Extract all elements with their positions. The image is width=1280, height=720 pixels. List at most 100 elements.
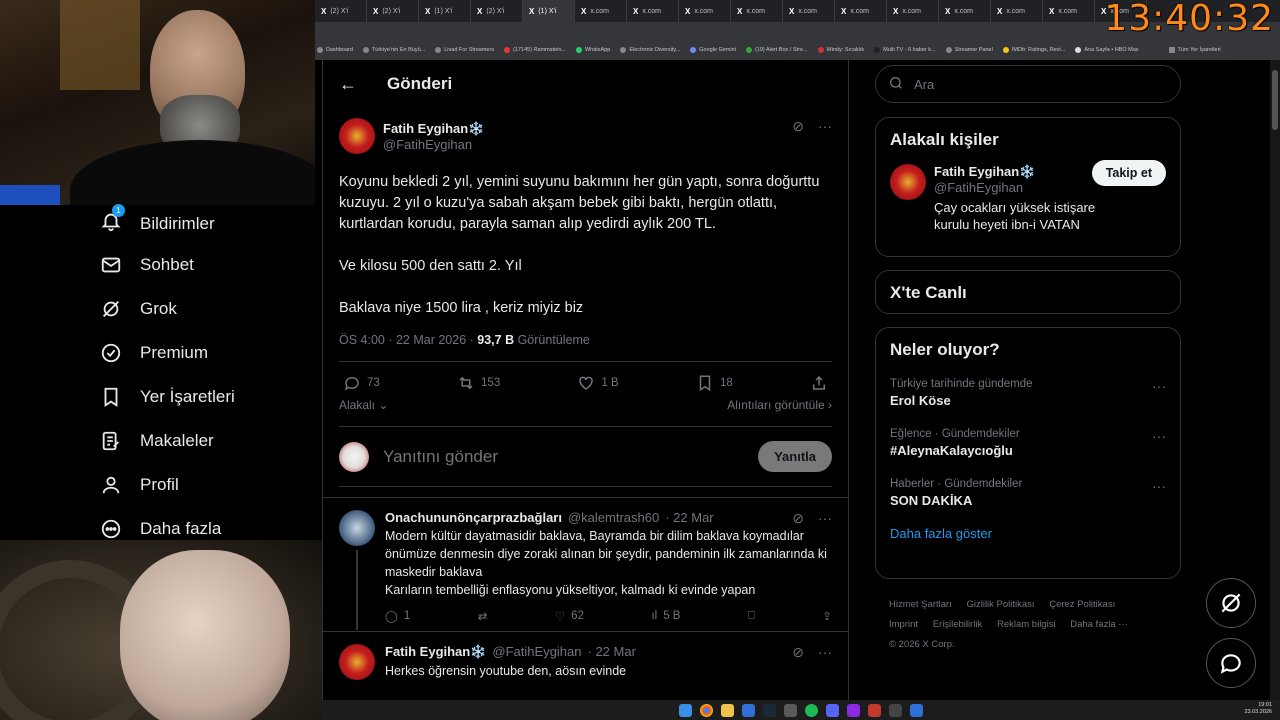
app-icon[interactable] (868, 703, 881, 717)
post-time[interactable]: ÖS 4:00 · 22 Mar 2026 · (339, 333, 477, 347)
comment-author[interactable]: Fatih Eygihan❄️ (385, 644, 486, 660)
bookmark-button[interactable]: ⎕ (748, 609, 755, 623)
app-icon[interactable] (847, 703, 860, 717)
author-handle[interactable]: @FatihEygihan (383, 137, 484, 152)
browser-tab[interactable]: Xx.com (679, 0, 731, 22)
bookmark-item[interactable]: (17145) Rammstein... (504, 47, 566, 53)
all-bookmarks[interactable]: Tüm Yer İşaretleri (1168, 47, 1221, 53)
footer-link[interactable]: Daha fazla ··· (1070, 619, 1128, 630)
nav-messages[interactable]: Sohbet (100, 254, 194, 276)
nav-profile[interactable]: Profil (100, 474, 179, 496)
nav-premium[interactable]: Premium (100, 342, 208, 364)
app-icon[interactable] (910, 703, 923, 717)
back-arrow-icon[interactable]: ← (339, 74, 357, 95)
steam-icon[interactable] (763, 703, 776, 717)
follow-button[interactable]: Takip et (1091, 160, 1166, 186)
app-icon[interactable] (784, 703, 797, 717)
trend-item[interactable]: Türkiye tarihinde gündemde Erol Köse ··· (890, 378, 1166, 408)
trend-item[interactable]: Haberler · Gündemdekiler SON DAKİKA ··· (890, 478, 1166, 508)
like-button[interactable]: 1 B (577, 374, 619, 392)
footer-link[interactable]: Imprint (889, 619, 918, 630)
x-live-card[interactable]: X'te Canlı (875, 270, 1181, 314)
bookmark-item[interactable]: Ana Sayfa • HBO Max (1075, 47, 1139, 53)
grok-icon[interactable]: ⊘ (792, 510, 804, 527)
browser-tab[interactable]: Xx.com (991, 0, 1043, 22)
bookmark-item[interactable]: Electronic Diversity... (620, 47, 680, 53)
bookmark-item[interactable]: WhatsApp (575, 47, 610, 53)
show-more-link[interactable]: Daha fazla göster (890, 526, 1166, 541)
browser-tab[interactable]: X (1) X'i (419, 0, 471, 22)
author-name[interactable]: Fatih Eygihan❄️ (383, 121, 484, 137)
avatar[interactable] (339, 510, 375, 546)
more-options-icon[interactable]: ··· (818, 644, 832, 661)
reply-button[interactable]: 73 (343, 374, 380, 392)
chrome-icon[interactable] (700, 703, 713, 717)
nav-grok[interactable]: Grok (100, 298, 177, 320)
share-button[interactable] (810, 374, 828, 392)
page-scrollbar[interactable] (1270, 60, 1280, 700)
views-button[interactable]: ıl 5 B (651, 609, 680, 623)
avatar[interactable] (339, 118, 375, 154)
discord-icon[interactable] (826, 703, 839, 717)
comment-handle[interactable]: @kalemtrash60 (568, 510, 659, 525)
browser-tab[interactable]: Xx.com (939, 0, 991, 22)
more-options-icon[interactable]: ··· (818, 118, 832, 135)
app-icon[interactable] (889, 703, 902, 717)
browser-tab-active[interactable]: X (1) X'i (523, 0, 575, 22)
share-button[interactable]: ⇪ (822, 609, 832, 623)
bookmark-item[interactable]: Google Gemini (690, 47, 736, 53)
nav-articles[interactable]: Makaleler (100, 430, 214, 452)
sort-relevant-dropdown[interactable]: Alakalı ⌄ (339, 398, 388, 412)
browser-tab[interactable]: X (2) X'i (471, 0, 523, 22)
browser-tab[interactable]: X (2) X'i (315, 0, 367, 22)
repost-button[interactable]: 153 (457, 374, 500, 392)
windows-start-icon[interactable] (679, 703, 692, 717)
more-options-icon[interactable]: ··· (1152, 428, 1166, 444)
nav-more[interactable]: Daha fazla (100, 518, 221, 540)
comment-handle[interactable]: @FatihEygihan (492, 644, 581, 659)
bookmark-item[interactable]: IMDb: Ratings, Revi... (1002, 47, 1065, 53)
trend-item[interactable]: Eğlence · Gündemdekiler #AleynaKalaycıoğ… (890, 428, 1166, 458)
scrollbar-thumb[interactable] (1272, 70, 1278, 130)
browser-tab[interactable]: Xx.com (783, 0, 835, 22)
view-quotes-link[interactable]: Alıntıları görüntüle › (727, 398, 832, 412)
like-button[interactable]: ♡ 62 (555, 609, 584, 623)
folder-icon[interactable] (721, 703, 734, 717)
comment-date[interactable]: · 22 Mar (588, 644, 636, 659)
browser-tab[interactable]: X (2) X'i (367, 0, 419, 22)
footer-link[interactable]: Çerez Politikası (1049, 599, 1115, 610)
grok-icon[interactable]: ⊘ (792, 118, 804, 135)
reply-input[interactable]: Yanıtını gönder (383, 447, 744, 467)
grok-fab-button[interactable] (1206, 578, 1256, 628)
app-icon[interactable] (742, 703, 755, 717)
nav-bookmarks[interactable]: Yer İşaretleri (100, 386, 235, 408)
avatar[interactable] (339, 644, 375, 680)
reply-button[interactable]: ◯ 1 (385, 609, 410, 623)
bookmark-item[interactable]: Windy: Sıcaklık (817, 47, 864, 53)
browser-tab[interactable]: Xx.com (627, 0, 679, 22)
browser-tab[interactable]: Xx.com (731, 0, 783, 22)
messages-fab-button[interactable] (1206, 638, 1256, 688)
more-options-icon[interactable]: ··· (1152, 478, 1166, 494)
browser-tab[interactable]: Xx.com (1043, 0, 1095, 22)
browser-tab[interactable]: Xx.com (575, 0, 627, 22)
comment-date[interactable]: · 22 Mar (665, 510, 713, 525)
footer-link[interactable]: Erişilebilirlik (933, 619, 983, 630)
bookmark-item[interactable]: Türkiye'nin En Büyü... (362, 47, 425, 53)
comment-author[interactable]: Onachununönçarprazbağları (385, 510, 562, 525)
bookmark-item[interactable]: Dashboard (317, 47, 353, 53)
avatar[interactable] (890, 164, 926, 200)
search-input[interactable]: Ara (875, 65, 1181, 103)
footer-link[interactable]: Hizmet Şartları (889, 599, 952, 610)
reply-submit-button[interactable]: Yanıtla (758, 441, 832, 472)
spotify-icon[interactable] (805, 703, 818, 717)
bookmark-item[interactable]: (19) Alert Box / Stre... (745, 47, 808, 53)
footer-link[interactable]: Reklam bilgisi (997, 619, 1056, 630)
more-options-icon[interactable]: ··· (1152, 378, 1166, 394)
browser-tab[interactable]: Xx.com (835, 0, 887, 22)
bookmark-item[interactable]: Livad For Streamers (435, 47, 494, 53)
more-options-icon[interactable]: ··· (818, 510, 832, 527)
bookmark-item[interactable]: Multi TV - 6 haber k... (874, 47, 936, 53)
bookmark-button[interactable]: 18 (696, 374, 733, 392)
bookmark-item[interactable]: Streamer Panel (945, 47, 993, 53)
